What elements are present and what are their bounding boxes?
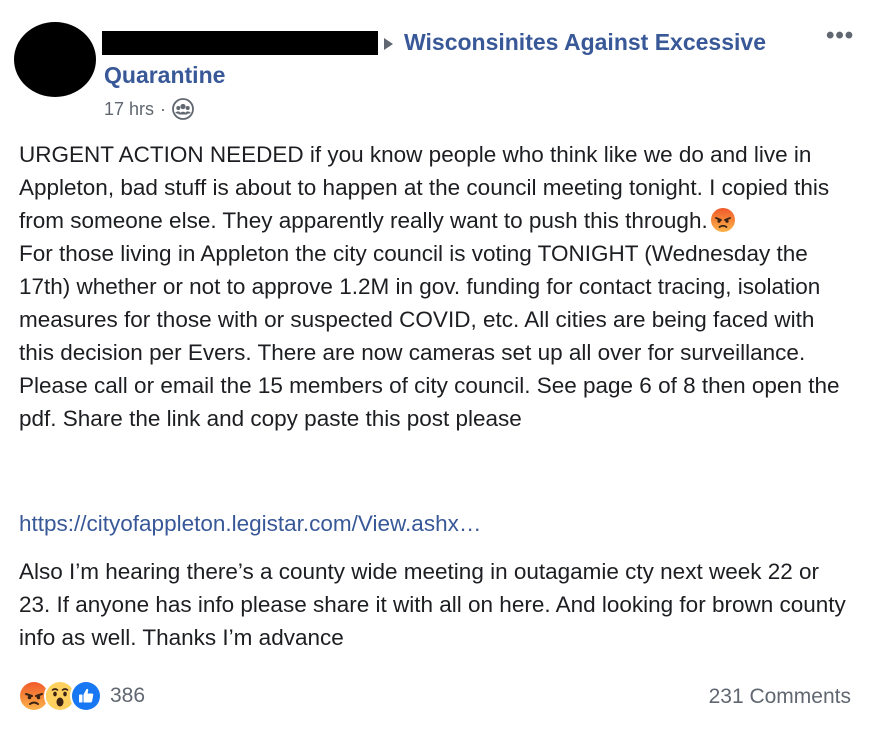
reaction-count[interactable]: 386 — [110, 684, 145, 708]
post-paragraph-1-text: URGENT ACTION NEEDED if you know people … — [19, 142, 830, 233]
timestamp-link[interactable]: 17 hrs — [104, 99, 154, 120]
like-reaction-icon — [70, 680, 102, 712]
comments-count-link[interactable]: 231 Comments — [709, 685, 851, 709]
post-meta: 17 hrs · — [104, 98, 194, 120]
post-paragraph-1: URGENT ACTION NEEDED if you know people … — [19, 138, 854, 237]
pdf-link[interactable]: https://cityofappleton.legistar.com/View… — [19, 507, 481, 540]
group-icon — [172, 98, 194, 120]
meta-separator: · — [160, 98, 167, 119]
author-avatar[interactable] — [14, 22, 96, 97]
post-paragraph-3: Also I’m hearing there’s a county wide m… — [19, 559, 846, 650]
angry-emoji-icon — [710, 207, 736, 233]
post-paragraph-2: For those living in Appleton the city co… — [19, 241, 840, 431]
reaction-summary[interactable]: 386 — [18, 680, 145, 712]
group-name-link[interactable]: Wisconsinites Against Excessive Quaranti… — [104, 26, 804, 92]
more-options-button[interactable]: ••• — [826, 24, 854, 48]
post-body: URGENT ACTION NEEDED if you know people … — [19, 138, 854, 435]
